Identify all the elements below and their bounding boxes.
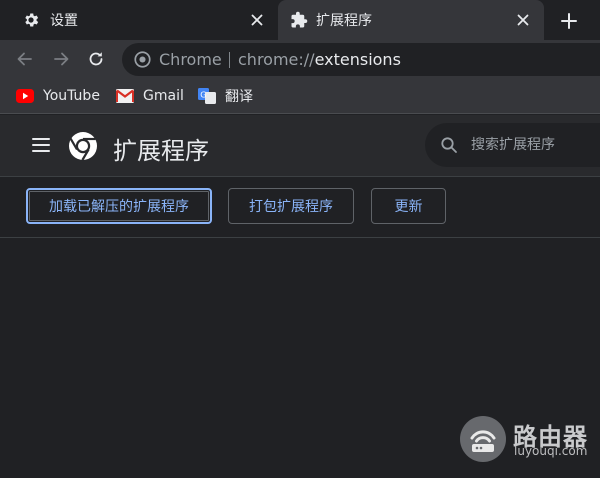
arrow-right-icon (54, 52, 69, 66)
divider (229, 52, 230, 68)
gear-icon (25, 13, 39, 27)
bookmark-label: 翻译 (225, 89, 253, 105)
toolbar: Chrome chrome://extensions (0, 40, 600, 78)
address-bar[interactable]: Chrome chrome://extensions (122, 43, 600, 76)
tab-extensions[interactable]: 扩展程序 (278, 0, 544, 40)
bookmark-translate[interactable]: G 翻译 (198, 85, 253, 107)
svg-text:G: G (200, 91, 206, 100)
tab-settings[interactable]: 设置 (0, 0, 278, 40)
bookmark-gmail[interactable]: Gmail (116, 85, 184, 107)
plus-icon (561, 13, 577, 29)
bookmarks-bar: YouTube Gmail G 翻译 (0, 78, 600, 114)
tab-title: 扩展程序 (316, 13, 372, 29)
tab-strip: 设置 扩展程序 (0, 0, 600, 40)
new-tab-button[interactable] (556, 8, 582, 34)
back-button[interactable] (14, 48, 36, 70)
router-logo (460, 416, 506, 462)
reload-icon (89, 52, 103, 66)
chrome-logo-icon (69, 132, 97, 161)
url-text: chrome://extensions (238, 50, 401, 69)
close-icon[interactable] (514, 11, 532, 29)
arrow-left-icon (17, 52, 32, 66)
reload-button[interactable] (85, 48, 107, 70)
puzzle-icon (291, 11, 308, 28)
watermark: 路由器 luyouqi.com (460, 414, 600, 464)
url-host: extensions (314, 50, 401, 69)
gmail-icon (116, 89, 134, 103)
router-icon (470, 430, 496, 452)
search-input[interactable] (471, 135, 600, 155)
bookmark-label: YouTube (43, 88, 100, 104)
developer-actions: 加载已解压的扩展程序 打包扩展程序 更新 (0, 177, 600, 238)
browser-window: 设置 扩展程序 Chrome chrome://extensions YouTu… (0, 0, 600, 478)
search-icon[interactable] (440, 136, 458, 154)
url-scheme: chrome:// (238, 50, 315, 69)
load-unpacked-button[interactable]: 加载已解压的扩展程序 (26, 188, 212, 224)
site-label: Chrome (159, 50, 222, 69)
tab-title: 设置 (50, 13, 78, 29)
extensions-header: 扩展程序 (0, 115, 600, 177)
google-translate-icon: G (198, 88, 216, 104)
bookmark-youtube[interactable]: YouTube (16, 85, 100, 107)
pack-extension-button[interactable]: 打包扩展程序 (228, 188, 354, 224)
chrome-icon (134, 51, 151, 68)
update-button[interactable]: 更新 (371, 188, 446, 224)
bookmark-label: Gmail (143, 88, 184, 104)
youtube-icon (16, 89, 34, 103)
close-icon[interactable] (248, 11, 266, 29)
page-title: 扩展程序 (113, 137, 209, 165)
forward-button[interactable] (50, 48, 72, 70)
search-box[interactable] (425, 123, 600, 167)
menu-icon[interactable] (31, 136, 51, 154)
watermark-subtitle: luyouqi.com (514, 444, 588, 458)
